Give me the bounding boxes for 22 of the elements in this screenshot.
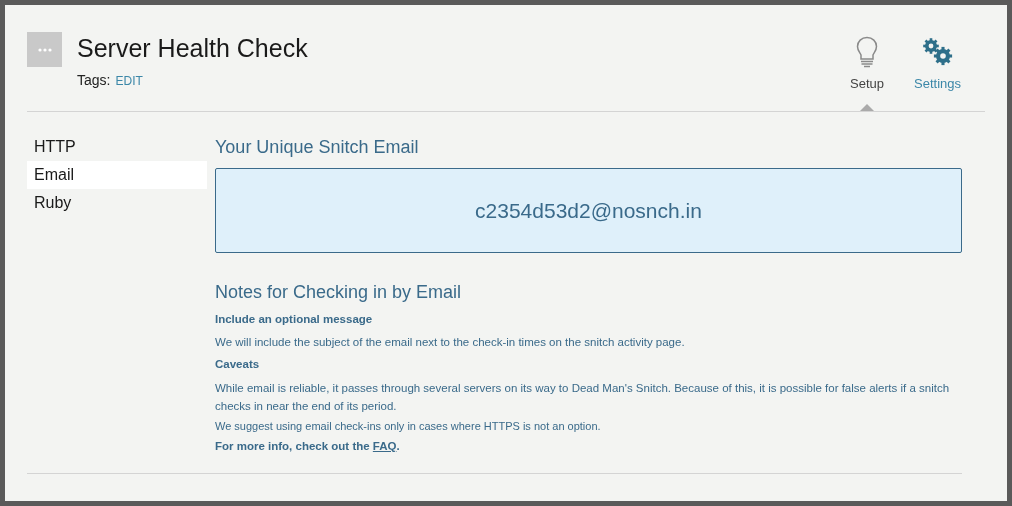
- nav-tab[interactable]: Setup: [850, 32, 884, 111]
- note-text: We will include the subject of the email next to the check-in times on the snitch activity page.: [215, 335, 686, 351]
- snitch-menu-button[interactable]: [27, 32, 62, 67]
- note-text: We suggest using email check-ins only in cases where HTTPS is not an option.: [215, 418, 602, 434]
- note-heading: Caveats: [215, 357, 261, 373]
- tags-label: Tags:: [77, 71, 111, 90]
- sidebar-item[interactable]: HTTP: [27, 133, 207, 161]
- nav-tab[interactable]: Settings: [914, 32, 961, 111]
- more-info-text: For more info, check out the FAQ.: [215, 439, 401, 454]
- lightbulb-icon: [856, 36, 878, 68]
- selected-caret-icon: [860, 104, 874, 111]
- page-title: Server Health Check: [77, 33, 308, 64]
- note-text: While email is reliable, it passes through several servers on its way to Dead Man's Snitch. Because of this, it is possible for false alerts if a snitch checks in near the end of its period.: [215, 380, 951, 414]
- note-heading: Include an optional message: [215, 312, 374, 327]
- gears-icon: [921, 37, 954, 67]
- sidebar-item[interactable]: Email: [27, 161, 207, 189]
- section-title: Notes for Checking in by Email: [215, 281, 463, 303]
- section-title: Your Unique Snitch Email: [215, 136, 420, 158]
- edit-tags-link[interactable]: EDIT: [115, 72, 143, 90]
- email-address-box[interactable]: c2354d53d2@nosnch.in: [215, 168, 962, 253]
- more-icon: [37, 47, 52, 52]
- sidebar-item[interactable]: Ruby: [27, 189, 207, 217]
